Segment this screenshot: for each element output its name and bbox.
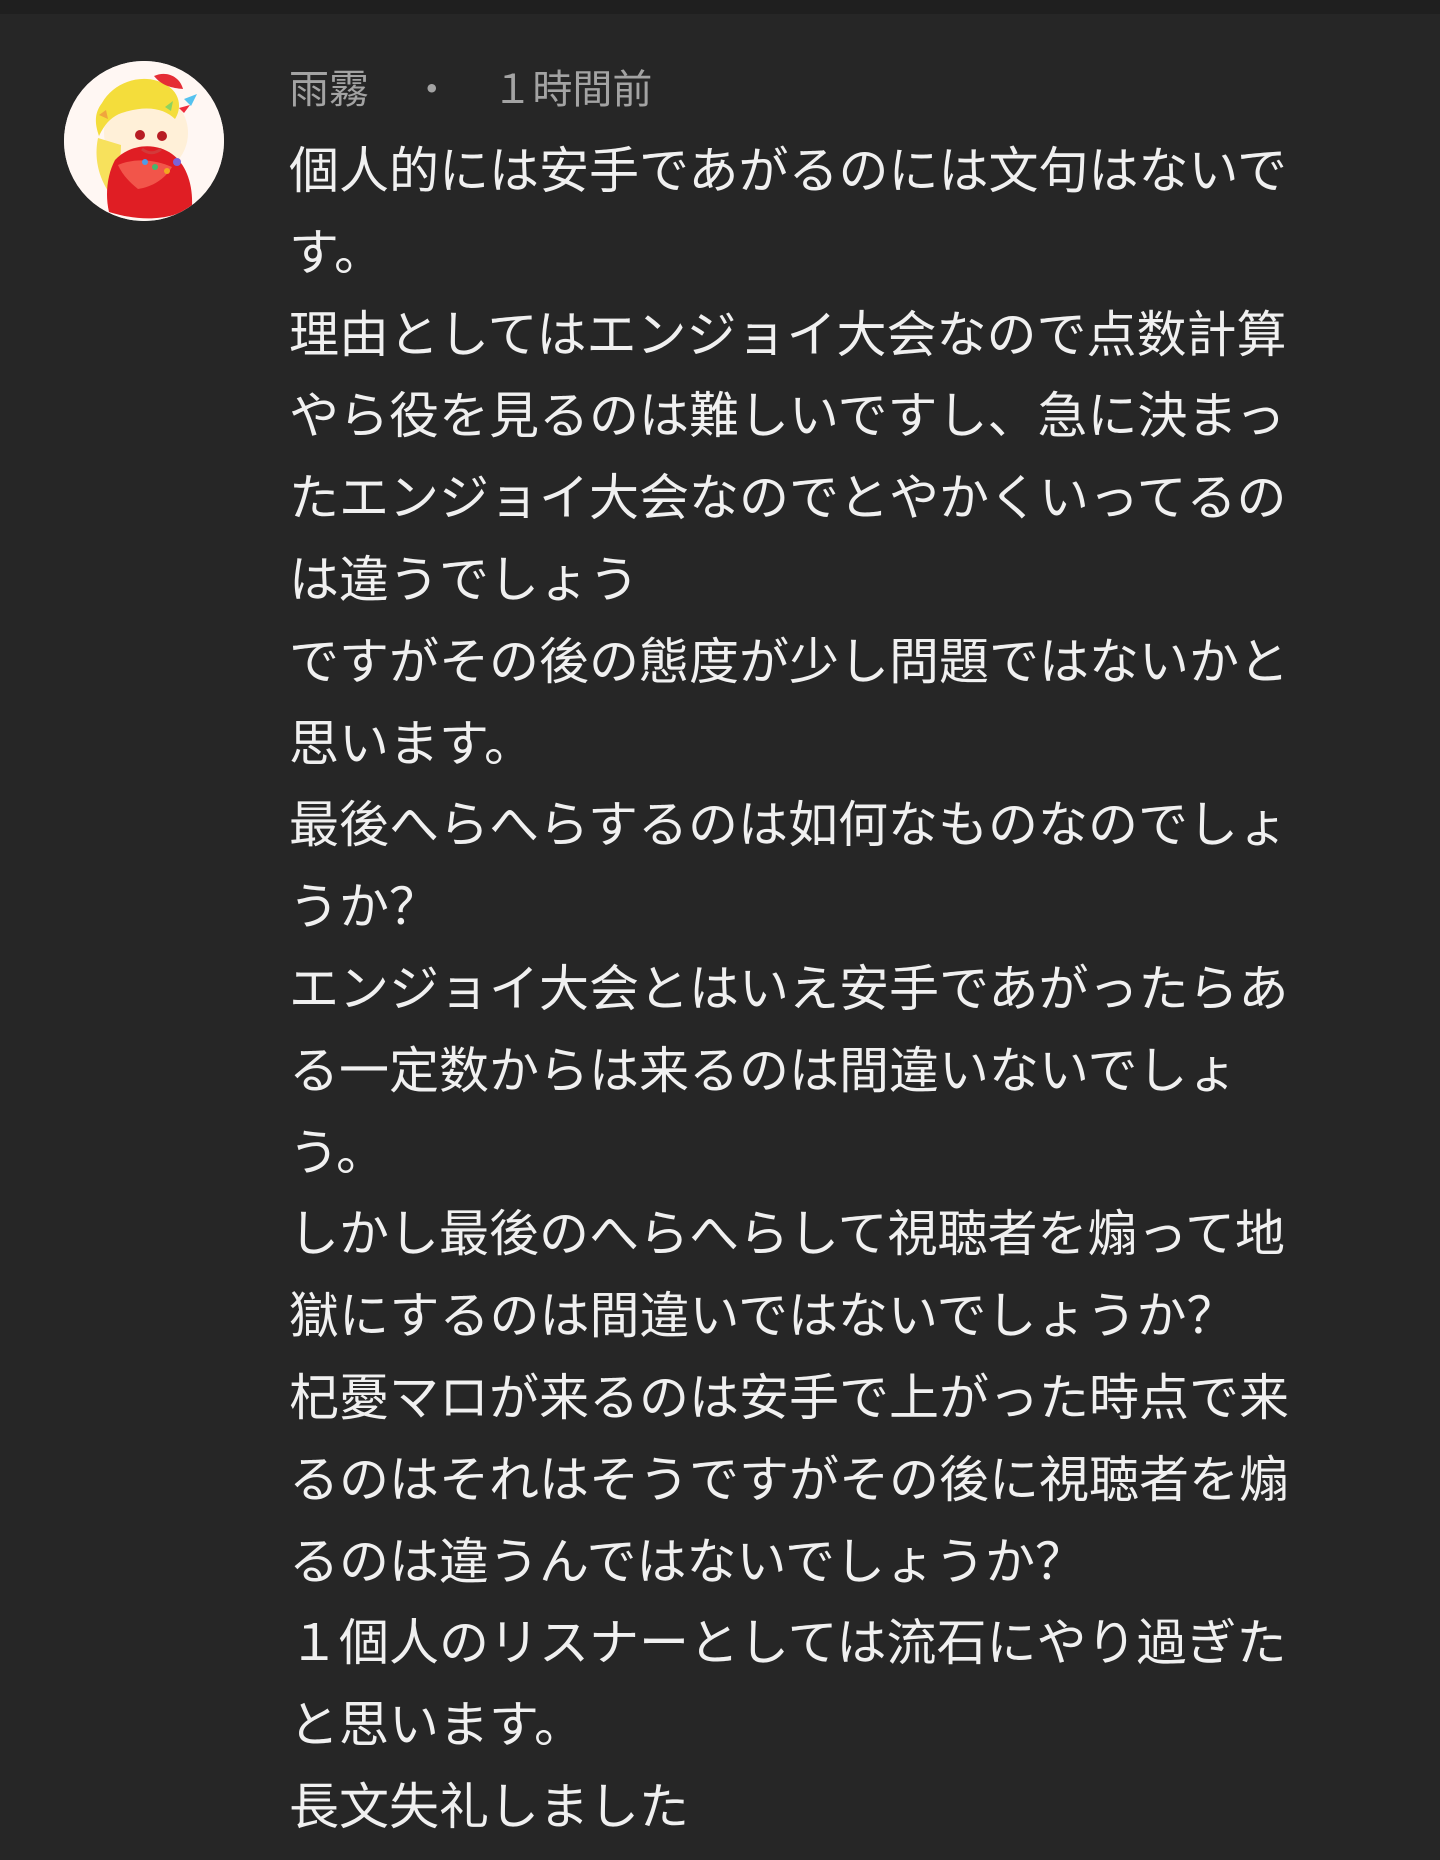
comment-line: るのはそれはそうですがその後に視聴者を煽 — [289, 1450, 1289, 1509]
comment-body: 個人的には安手であがるのには文句はないで す。 理由としてはエンジョイ大会なので… — [289, 131, 1349, 1849]
comment-line: 個人的には安手であがるのには文句はないで — [289, 142, 1287, 200]
author-name[interactable]: 雨霧 — [289, 60, 369, 120]
meta-separator: ・ — [411, 67, 452, 113]
comment-line: やら役を見るのは難しいですし、急に決まっ — [289, 387, 1286, 446]
comment-line: るのは違うんではないでしょうか？ — [289, 1532, 1085, 1591]
comment-line: 最後へらへらするのは如何なものなのでしょ — [289, 796, 1288, 855]
comment-line: １個人のリスナーとしては流石にやり過ぎた — [289, 1614, 1287, 1673]
comment-item: 雨霧 ・ １時間前 個人的には安手であがるのには文句はないで す。 理由としては… — [0, 0, 1440, 1860]
comment-line: エンジョイ大会とはいえ安手であがったらあ — [289, 959, 1289, 1018]
comment-line: う。 — [289, 1123, 386, 1182]
avatar[interactable] — [64, 61, 224, 221]
comment-line: は違うでしょう — [289, 550, 639, 609]
comment-line: 杞憂マロが来るのは安手で上がった時点で来 — [289, 1368, 1289, 1427]
comment-line: す。 — [289, 223, 384, 282]
comment-line: たエンジョイ大会なのでとやかくいってるの — [289, 469, 1287, 528]
comment-line: と思います。 — [289, 1696, 584, 1755]
comment-line: 獄にするのは間違いではないでしょうか？ — [289, 1287, 1237, 1346]
comment-line: ですがその後の態度が少し問題ではないかと — [289, 632, 1289, 691]
comment-meta: 雨霧 ・ １時間前 — [289, 60, 652, 120]
comment-line: うか？ — [289, 878, 439, 937]
comment-line: る一定数からは来るのは間違いないでしょ — [289, 1041, 1238, 1100]
comment-line: 理由としてはエンジョイ大会なので点数計算 — [289, 305, 1287, 364]
anime-character-avatar-icon — [64, 61, 224, 221]
comment-line: しかし最後のへらへらして視聴者を煽って地 — [289, 1205, 1285, 1264]
comment-line: 長文失礼しました — [289, 1777, 689, 1836]
comment-timestamp: １時間前 — [492, 67, 653, 113]
comment-line: 思います。 — [289, 714, 534, 773]
